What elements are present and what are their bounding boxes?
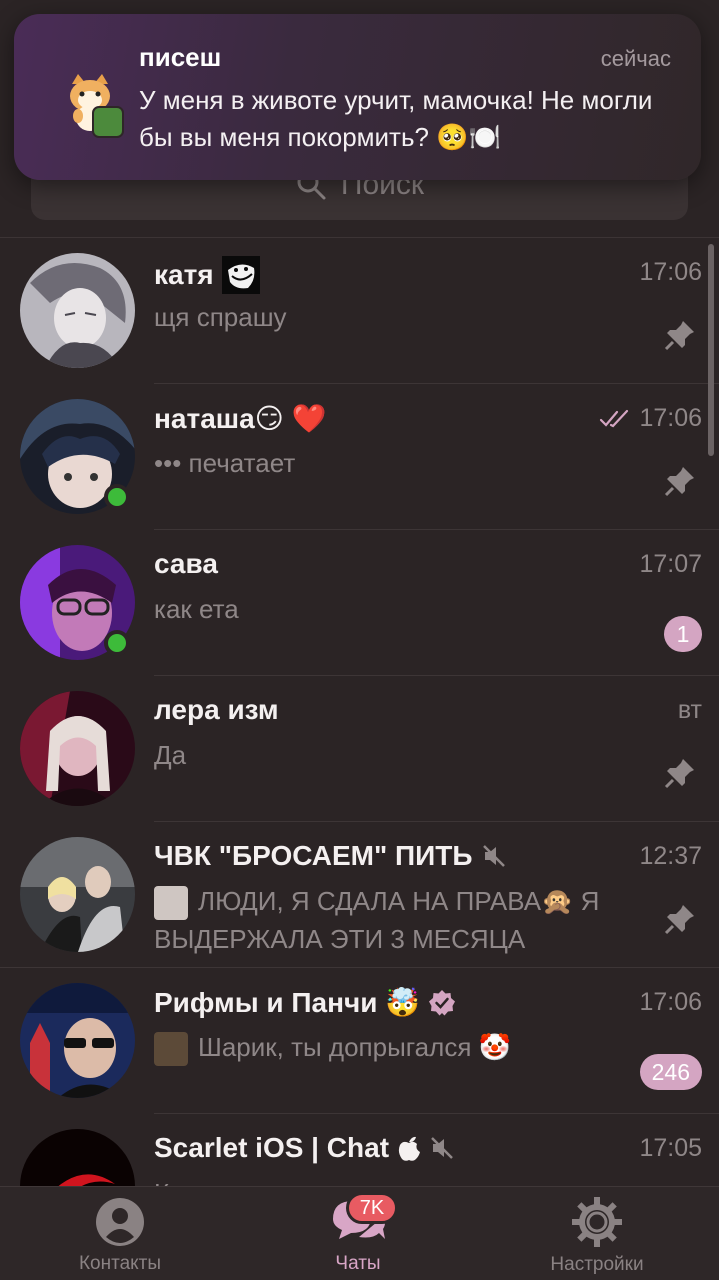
- chat-preview: щя спрашу: [154, 302, 287, 332]
- chat-title-text: Scarlet iOS | Chat: [154, 1132, 390, 1163]
- pin-icon: [664, 321, 694, 351]
- chat-row-rifmy-panchi[interactable]: Рифмы и Панчи 🤯 17:06 Шарик, ты допрыгал…: [0, 968, 719, 1114]
- verified-icon: [429, 989, 456, 1015]
- chat-list: катя 17:06 щя спрашу наташа😏 ❤️ 17:06 ••…: [0, 238, 719, 1260]
- unread-badge: 246: [639, 1054, 702, 1090]
- chat-title: лера изм: [154, 694, 279, 725]
- chat-time-text: 17:06: [639, 404, 702, 432]
- chat-row-sava[interactable]: сава 17:07 как ета 1: [0, 530, 719, 676]
- chat-title-text: катя: [154, 259, 214, 290]
- chat-preview: Да: [154, 740, 187, 770]
- chat-time: 17:06: [639, 258, 702, 286]
- pin-icon: [664, 905, 694, 935]
- chat-time: 17:05: [639, 1134, 702, 1162]
- media-thumbnail: [154, 886, 188, 921]
- scrollbar[interactable]: [708, 244, 714, 456]
- troll-face-icon: [221, 256, 260, 294]
- notification-time: сейчас: [600, 46, 671, 71]
- notification-sender: писеш: [139, 42, 222, 72]
- pin-icon: [664, 759, 694, 789]
- chat-time: 17:06: [639, 988, 702, 1016]
- chat-title-text: ЧВК "БРОСАЕМ" ПИТЬ: [154, 840, 473, 871]
- gear-icon: [572, 1197, 622, 1247]
- chat-title: Scarlet iOS | Chat: [154, 1132, 455, 1164]
- avatar: [20, 983, 135, 1098]
- chat-preview-text: Шарик, ты допрыгался 🤡: [198, 1032, 511, 1062]
- tab-chats[interactable]: Чаты 7K: [306, 1187, 410, 1280]
- pin-icon: [664, 467, 694, 497]
- person-icon: [96, 1198, 144, 1246]
- chat-time: 12:37: [639, 842, 702, 870]
- chat-row-katya[interactable]: катя 17:06 щя спрашу: [0, 238, 719, 384]
- chat-title: Рифмы и Панчи 🤯: [154, 986, 456, 1019]
- tab-bar: Контакты Чаты 7K Настройки: [0, 1186, 719, 1280]
- avatar: [20, 253, 135, 368]
- chat-time: 17:07: [639, 550, 702, 578]
- chat-row-lera[interactable]: лера изм вт Да: [0, 676, 719, 822]
- media-thumbnail: [154, 1032, 188, 1067]
- chat-time: 17:06: [599, 404, 702, 433]
- tab-contacts[interactable]: Контакты: [62, 1187, 178, 1280]
- online-indicator: [104, 484, 130, 510]
- notification-banner[interactable]: писеш сейчас У меня в животе урчит, мамо…: [14, 14, 701, 180]
- app-sticker-icon: [92, 106, 124, 138]
- online-indicator: [104, 630, 130, 656]
- avatar: [20, 837, 135, 952]
- tab-settings[interactable]: Настройки: [538, 1187, 656, 1280]
- chat-preview: как ета: [154, 594, 239, 624]
- tab-badge: 7K: [346, 1192, 398, 1224]
- chat-title: ЧВК "БРОСАЕМ" ПИТЬ: [154, 840, 507, 872]
- chat-time: вт: [677, 696, 702, 724]
- chat-row-group-chvk[interactable]: ЧВК "БРОСАЕМ" ПИТЬ 12:37 ЛЮДИ, Я СДАЛА Н…: [0, 822, 719, 968]
- avatar: [20, 691, 135, 806]
- chat-title: катя: [154, 256, 260, 294]
- double-check-icon: [600, 409, 629, 427]
- chat-title-text: Рифмы и Панчи 🤯: [154, 987, 421, 1018]
- chat-preview-text: ЛЮДИ, Я СДАЛА НА ПРАВА🙊 Я ВЫДЕРЖАЛА ЭТИ …: [154, 886, 600, 955]
- apple-icon: [398, 1136, 421, 1161]
- notification-message: У меня в животе урчит, мамочка! Не могли…: [139, 85, 653, 152]
- tab-label: Настройки: [550, 1254, 644, 1275]
- chat-preview: ••• печатает: [154, 448, 296, 478]
- unread-badge: 1: [664, 616, 702, 652]
- chat-title: сава: [154, 548, 218, 579]
- tab-label: Контакты: [78, 1253, 162, 1274]
- chat-preview: Шарик, ты допрыгался 🤡: [154, 1028, 654, 1067]
- muted-icon: [482, 845, 505, 867]
- tab-label: Чаты: [335, 1253, 381, 1274]
- muted-icon: [431, 1137, 453, 1159]
- chat-row-natasha[interactable]: наташа😏 ❤️ 17:06 ••• печатает: [0, 384, 719, 530]
- chat-preview: ЛЮДИ, Я СДАЛА НА ПРАВА🙊 Я ВЫДЕРЖАЛА ЭТИ …: [154, 882, 654, 958]
- chat-title: наташа😏 ❤️: [154, 403, 327, 434]
